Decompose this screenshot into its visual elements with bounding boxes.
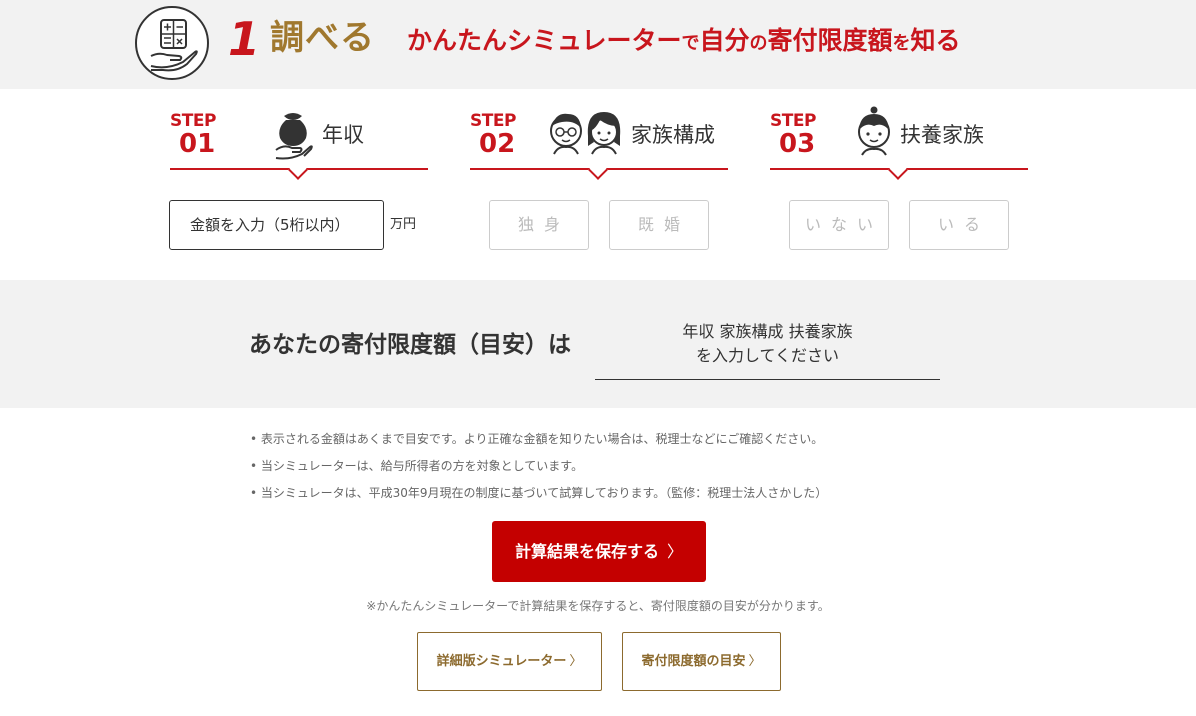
- header-band: 1 調べる かんたんシミュレーターで自分の寄付限度額を知る: [0, 0, 1196, 89]
- result-panel: あなたの寄付限度額（目安）は 年収 家族構成 扶養家族 を入力してください: [0, 280, 1196, 408]
- money-bag-hand-icon: [272, 106, 314, 164]
- section-subtitle: かんたんシミュレーターで自分の寄付限度額を知る: [407, 22, 961, 63]
- step-label: 扶養家族: [900, 123, 984, 147]
- income-unit: 万円: [390, 217, 417, 232]
- detailed-simulator-button[interactable]: 詳細版シミュレーター〉: [417, 632, 602, 691]
- subtitle-particle: の: [749, 33, 768, 54]
- save-note: ※かんたんシミュレーターで計算結果を保存すると、寄付限度額の目安が分かります。: [366, 599, 830, 613]
- step-num: 01: [179, 129, 216, 159]
- family-option-single[interactable]: 独身: [489, 200, 589, 250]
- chevron-down-icon: [588, 160, 608, 180]
- notes-list: • 表示される金額はあくまで目安です。より正確な金額を知りたい場合は、税理士など…: [250, 426, 950, 507]
- subtitle-text: 自分: [699, 26, 750, 55]
- chevron-right-icon: 〉: [569, 654, 583, 669]
- step-family: STEP 02 家族構成: [470, 106, 728, 181]
- save-result-button[interactable]: 計算結果を保存する〉: [492, 521, 706, 582]
- subtitle-text: 寄付限度額: [767, 26, 893, 55]
- subtitle-particle: を: [892, 33, 911, 54]
- step-label: 年収: [322, 123, 364, 147]
- step-word: STEP: [170, 111, 216, 131]
- calculator-hand-icon: [135, 6, 209, 80]
- note-item: • 当シミュレーターは、給与所得者の方を対象としています。: [250, 459, 584, 473]
- chevron-down-icon: [888, 160, 908, 180]
- section-title: 調べる: [270, 18, 375, 58]
- result-value-line: を入力してください: [695, 346, 840, 365]
- chevron-right-icon: 〉: [667, 542, 684, 561]
- step-badge: STEP 03: [770, 112, 830, 158]
- note-item: • 当シミュレータは、平成30年9月現在の制度に基づいて試算しております。（監修…: [250, 486, 828, 500]
- result-value-line: 年収 家族構成 扶養家族: [682, 322, 853, 341]
- result-label: あなたの寄付限度額（目安）は: [249, 332, 571, 358]
- step-word: STEP: [470, 111, 516, 131]
- subtitle-text: かんたんシミュレーター: [407, 26, 682, 55]
- couple-icon: [548, 106, 628, 160]
- child-icon: [854, 106, 894, 160]
- step-number: 1: [228, 12, 261, 66]
- result-underline: [595, 379, 940, 380]
- dependent-option-yes[interactable]: いる: [909, 200, 1009, 250]
- limit-guide-label: 寄付限度額の目安: [641, 654, 746, 669]
- save-result-label: 計算結果を保存する: [514, 542, 659, 561]
- note-item: • 表示される金額はあくまで目安です。より正確な金額を知りたい場合は、税理士など…: [250, 432, 824, 446]
- step-word: STEP: [770, 111, 816, 131]
- step-label: 家族構成: [631, 123, 715, 147]
- step-num: 03: [779, 129, 816, 159]
- step-income: STEP 01 年収: [170, 106, 428, 181]
- subtitle-text: 知る: [910, 26, 961, 55]
- dependent-option-none[interactable]: いない: [789, 200, 889, 250]
- limit-guide-button[interactable]: 寄付限度額の目安〉: [622, 632, 781, 691]
- income-input[interactable]: [169, 200, 384, 250]
- subtitle-particle: で: [681, 33, 700, 54]
- result-value: 年収 家族構成 扶養家族 を入力してください: [595, 320, 940, 368]
- detailed-simulator-label: 詳細版シミュレーター: [436, 654, 567, 669]
- step-badge: STEP 01: [170, 112, 230, 158]
- step-dependents: STEP 03 扶養家族: [770, 106, 1028, 181]
- step-badge: STEP 02: [470, 112, 530, 158]
- step-num: 02: [479, 129, 516, 159]
- chevron-right-icon: 〉: [748, 654, 762, 669]
- family-option-married[interactable]: 既婚: [609, 200, 709, 250]
